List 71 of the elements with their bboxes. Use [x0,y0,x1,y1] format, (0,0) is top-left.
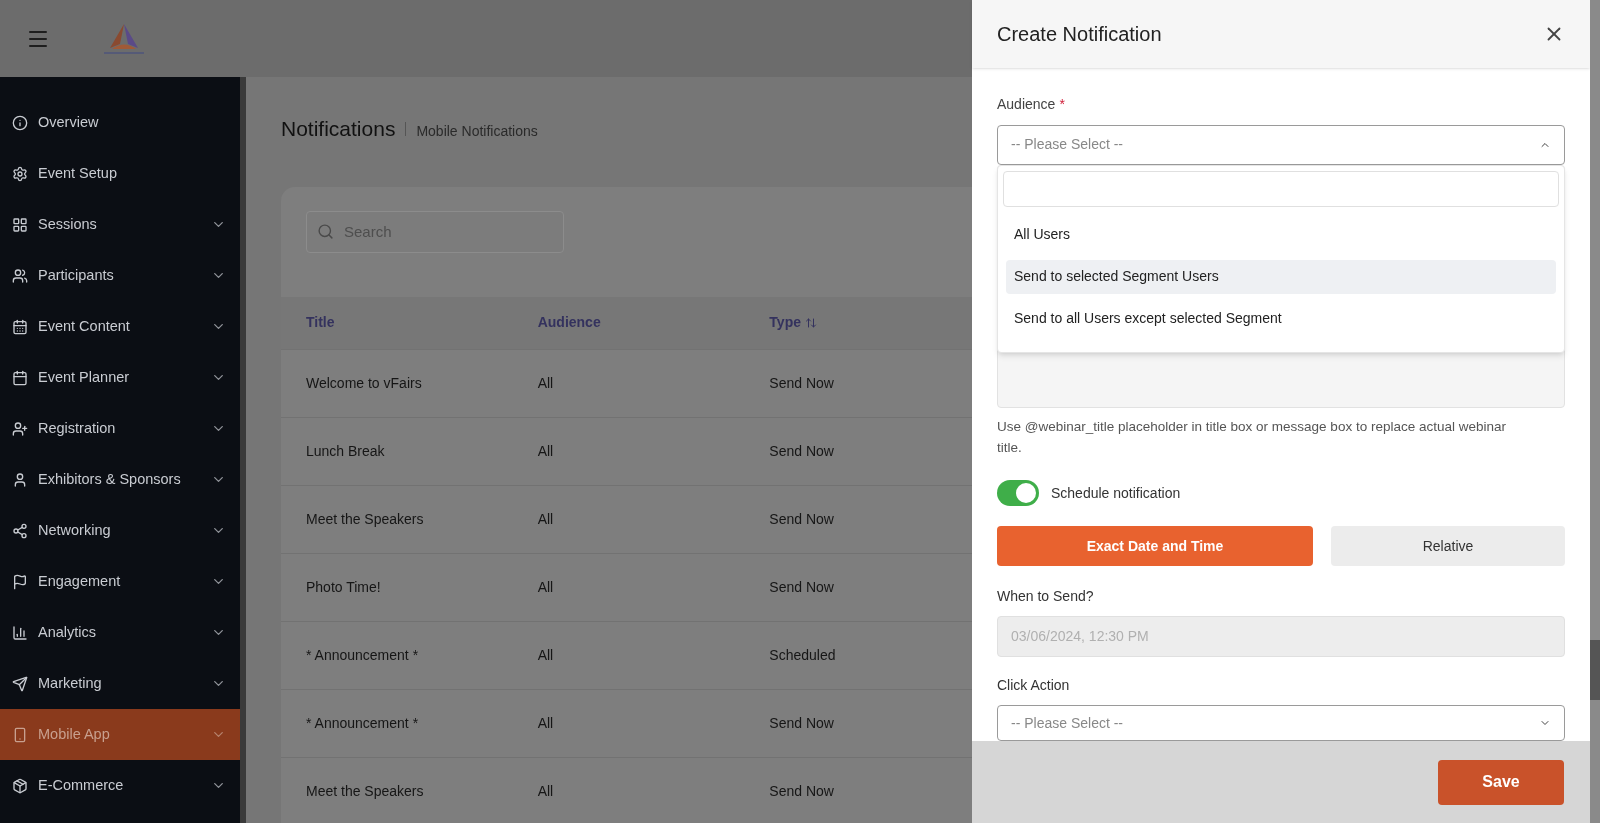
sidebar-item[interactable]: Participants [0,250,240,301]
menu-item-icon [12,522,28,539]
schedule-toggle[interactable] [997,480,1039,507]
click-action-select[interactable]: -- Please Select -- [997,705,1565,741]
table-cell: All [537,715,554,731]
panel-title: Create Notification [997,22,1162,47]
table-cell: Photo Time! [306,579,381,595]
field-label: Click Action [997,676,1071,695]
sidebar-item[interactable]: Event Planner [0,352,240,403]
table-cell: Lunch Break [306,443,385,459]
menu-item-icon [12,369,28,386]
menu-item-icon [12,165,28,182]
menu-item-icon [12,267,28,284]
sidebar-item[interactable]: Analytics [0,607,240,658]
required-mark: * [1059,95,1065,114]
table-cell: Meet the Speakers [306,511,424,527]
table-cell: Send Now [769,579,834,595]
table-cell: * Announcement * [306,715,419,731]
sidebar-item[interactable]: Engagement [0,556,240,607]
table-cell: Welcome to vFairs [306,375,422,391]
sidebar-item[interactable]: Event Content [0,301,240,352]
dropdown-option[interactable]: Send to all Users except selected Segment [1006,301,1556,336]
menu-item-icon [12,726,28,743]
field-label: Audience [997,95,1056,114]
mode-tab[interactable]: Relative [1331,526,1565,567]
search-icon [317,222,334,240]
table-cell: All [537,783,554,799]
sidebar-item[interactable]: Exhibitors & Sponsors [0,454,240,505]
dropdown-option[interactable]: All Users [1006,217,1556,252]
toggle-label: Schedule notification [1051,483,1181,503]
sidebar-item[interactable]: Marketing [0,658,240,709]
dropdown-option[interactable]: Send to selected Segment Users [1006,259,1556,294]
menu-item-icon [12,777,28,794]
table-cell: All [537,375,554,391]
table-cell: Send Now [769,715,834,731]
audience-select[interactable]: -- Please Select -- [997,125,1565,165]
table-cell: Meet the Speakers [306,783,424,799]
sidebar-item[interactable]: Sessions [0,199,240,250]
menu-item-icon [12,675,28,692]
table-cell: Send Now [769,783,834,799]
menu-item-icon [12,318,28,335]
sort-icon[interactable] [805,316,817,329]
table-cell: All [537,579,554,595]
table-cell: Send Now [769,375,834,391]
menu-item-icon [12,420,28,437]
sidebar-item[interactable]: Registration [0,403,240,454]
column-header: Audience [537,313,602,332]
dropdown-search-field[interactable] [1003,170,1559,207]
field-label: When to Send? [997,587,1095,607]
breadcrumb: Mobile Notifications [416,122,538,141]
sidebar-item[interactable]: Overview [0,97,240,148]
table-cell: Send Now [769,443,834,459]
column-header: Title [306,313,336,332]
menu-item-icon [12,624,28,641]
help-text: Use @webinar_title placeholder in title box or message box to replace actual webinar title. [997,418,1507,458]
menu-item-icon [12,573,28,590]
sidebar-item[interactable]: E-Commerce [0,760,240,811]
table-cell: All [537,511,554,527]
save-button[interactable]: Save [1438,759,1564,805]
menu-item-icon [12,114,28,131]
table-cell: All [537,647,554,663]
scrollbar[interactable] [1590,0,1600,823]
table-cell: Send Now [769,511,834,527]
page-title: Notifications [281,116,396,142]
table-cell: Scheduled [769,647,836,663]
menu-item-icon [12,216,28,233]
menu-item-icon [12,471,28,488]
sidebar-item[interactable]: Networking [0,505,240,556]
table-cell: * Announcement * [306,647,419,663]
table-cell: All [537,443,554,459]
sidebar-item[interactable]: Event Setup [0,148,240,199]
